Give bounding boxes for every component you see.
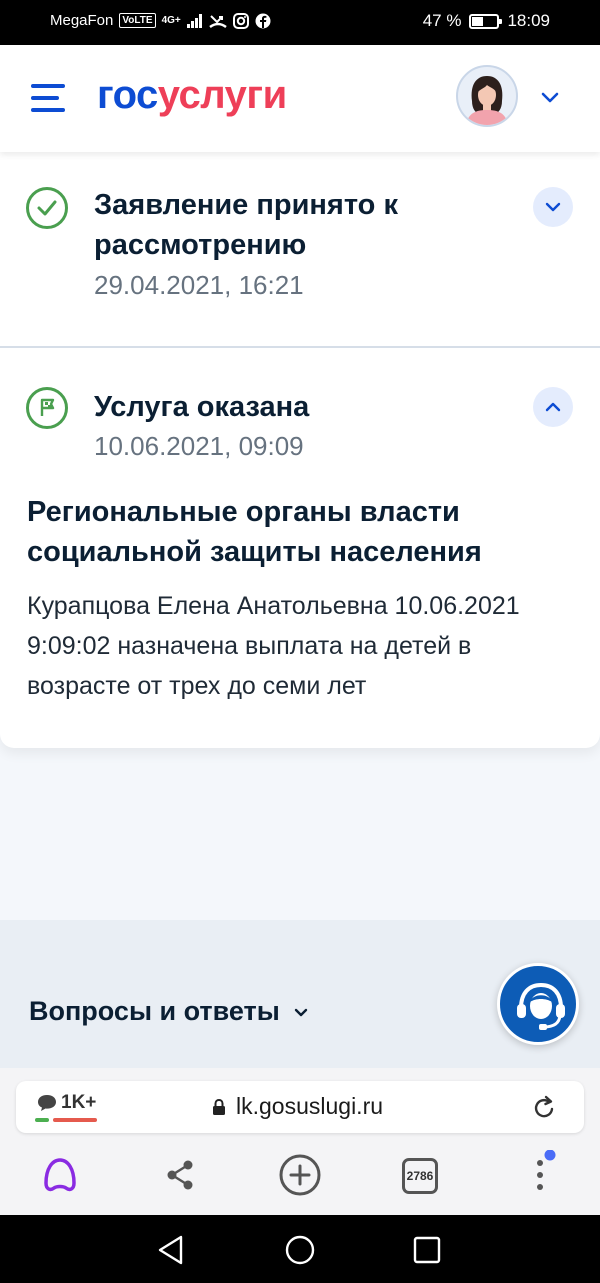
clock: 18:09	[507, 11, 550, 30]
share-icon[interactable]	[160, 1150, 200, 1200]
battery-icon	[469, 13, 503, 29]
faq-toggle[interactable]: Вопросы и ответы	[29, 996, 310, 1027]
battery-percent: 47 %	[422, 11, 462, 30]
chevron-down-icon	[294, 1008, 308, 1016]
menu-icon[interactable]	[31, 84, 65, 112]
expand-step-button[interactable]	[533, 187, 573, 227]
carrier-name: MegaFon	[50, 12, 114, 29]
recent-apps-icon[interactable]	[412, 1235, 442, 1265]
battery-level	[472, 16, 484, 26]
alice-assistant-icon[interactable]	[40, 1150, 80, 1200]
comments-counter[interactable]: 1K+	[37, 1092, 96, 1114]
avatar[interactable]	[456, 65, 518, 127]
url-display[interactable]: lk.gosuslugi.ru	[212, 1093, 383, 1120]
support-chat-button[interactable]	[497, 963, 579, 1045]
back-icon[interactable]	[156, 1234, 186, 1266]
rating-positive-bar	[35, 1118, 49, 1122]
decision-text: Курапцова Елена Анатольевна 10.06.2021 9…	[27, 592, 520, 700]
address-bar[interactable]: 1K+ lk.gosuslugi.ru	[16, 1081, 584, 1133]
app-header: госуслуги	[0, 45, 600, 152]
check-circle-icon	[26, 187, 68, 229]
status-card: Заявление принято к рассмотрению 29.04.2…	[0, 152, 600, 748]
rating-bars	[35, 1118, 97, 1122]
more-menu-icon[interactable]	[522, 1150, 558, 1200]
chevron-down-icon[interactable]	[538, 85, 562, 109]
user-avatar-icon	[466, 76, 508, 125]
new-tab-plus-icon[interactable]	[278, 1150, 322, 1200]
instagram-icon	[232, 12, 249, 29]
status-right: 47 % 18:09	[423, 11, 550, 31]
status-bar: MegaFon VoLTE 4G+ 47 % 18:09	[0, 0, 600, 45]
signal-icon	[186, 13, 202, 28]
status-left: MegaFon VoLTE 4G+	[50, 12, 271, 29]
logo-part-uslugi: услуги	[157, 73, 287, 117]
step-divider	[0, 346, 600, 348]
chevron-up-icon	[545, 402, 561, 412]
home-icon[interactable]	[284, 1234, 316, 1266]
volte-badge: VoLTE	[119, 13, 156, 28]
gosuslugi-logo[interactable]: госуслуги	[97, 73, 287, 118]
missed-call-icon	[209, 14, 227, 28]
comment-bubble-icon	[38, 1095, 56, 1111]
rating-negative-bar	[53, 1118, 97, 1122]
url-text: lk.gosuslugi.ru	[236, 1093, 384, 1119]
reload-icon[interactable]	[533, 1094, 557, 1120]
step-title: Услуга оказана	[94, 391, 310, 423]
facebook-icon	[255, 13, 271, 28]
system-nav-bar	[0, 1215, 600, 1283]
network-type: 4G+	[161, 14, 181, 26]
flag-circle-icon	[26, 387, 68, 429]
headset-operator-icon	[517, 982, 565, 1030]
lock-icon	[213, 1098, 225, 1115]
step-date: 29.04.2021, 16:21	[94, 270, 304, 300]
faq-label: Вопросы и ответы	[29, 996, 280, 1026]
logo-part-gos: гос	[97, 73, 158, 117]
step-date: 10.06.2021, 09:09	[94, 431, 304, 461]
comments-count: 1K+	[61, 1092, 97, 1113]
organization-title: Региональные органы власти социальной за…	[27, 496, 482, 568]
collapse-step-button[interactable]	[533, 387, 573, 427]
chevron-down-icon	[545, 202, 561, 212]
browser-toolbar: 1K+ lk.gosuslugi.ru	[0, 1068, 600, 1215]
step-title: Заявление принято к рассмотрению	[94, 189, 398, 261]
tabs-counter-button[interactable]: 2786	[402, 1158, 438, 1194]
